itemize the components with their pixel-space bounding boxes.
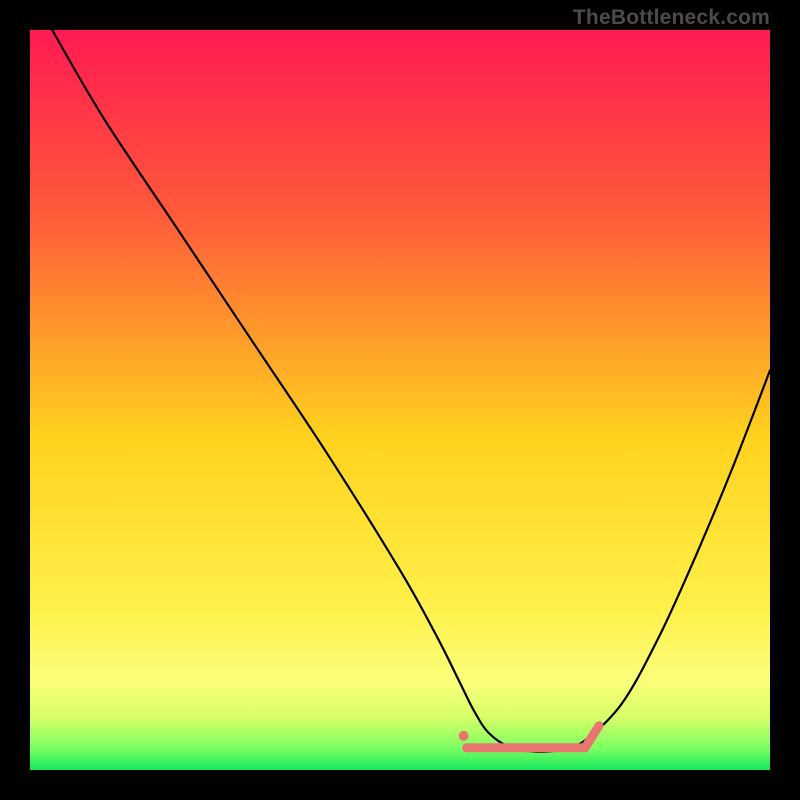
bottleneck-chart <box>30 30 770 770</box>
chart-background <box>30 30 770 770</box>
chart-plot-area <box>30 30 770 770</box>
watermark-text: TheBottleneck.com <box>573 6 770 30</box>
optimal-start-dot <box>459 731 469 741</box>
